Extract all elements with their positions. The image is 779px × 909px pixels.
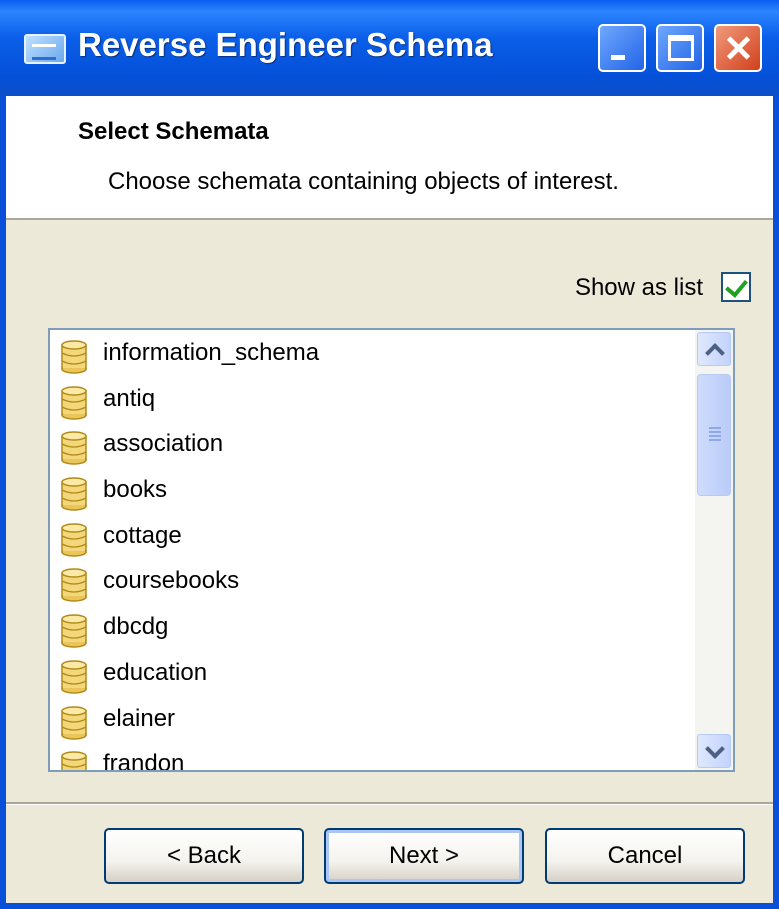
list-item-label: frandon [103, 750, 185, 772]
grip-icon [709, 427, 721, 441]
scroll-down-button[interactable] [697, 734, 731, 768]
list-item-label: books [103, 476, 168, 504]
chevron-up-icon [705, 343, 725, 363]
database-icon [60, 705, 88, 740]
database-icon [60, 614, 88, 648]
list-item[interactable]: elainer [50, 696, 700, 742]
database-icon [60, 523, 88, 557]
list-item-label: cottage [103, 521, 182, 549]
list-item[interactable]: cottage [50, 513, 700, 559]
cancel-button[interactable]: Cancel [545, 828, 745, 884]
next-button[interactable]: Next > [324, 828, 524, 884]
list-item-label: association [103, 430, 224, 458]
list-item[interactable]: coursebooks [50, 558, 700, 604]
database-icon [60, 568, 88, 603]
list-item[interactable]: books [50, 467, 700, 513]
list-item-label: antiq [103, 384, 156, 412]
list-item-label: elainer [103, 704, 176, 732]
chevron-down-icon [705, 739, 725, 759]
database-icon [60, 660, 88, 694]
database-icon [60, 751, 88, 770]
title-bar[interactable]: Reverse Engineer Schema [0, 0, 779, 96]
list-item-label: education [103, 658, 208, 686]
show-as-list-checkbox[interactable] [721, 272, 751, 302]
schemata-items: information_schemaantiq association books c… [50, 330, 700, 772]
list-item-label: dbcdg [103, 613, 169, 641]
vertical-scrollbar[interactable] [695, 330, 733, 770]
scroll-thumb[interactable] [697, 374, 731, 496]
list-item[interactable]: frandon [50, 741, 700, 772]
scroll-up-button[interactable] [697, 332, 731, 366]
page-subtitle: Choose schemata containing objects of in… [108, 168, 619, 195]
list-item[interactable]: dbcdg [50, 604, 700, 650]
list-item[interactable]: information_schema [50, 330, 700, 376]
list-item[interactable]: association [50, 421, 700, 467]
wizard-header: Select Schemata Choose schemata containi… [6, 96, 773, 220]
schemata-list[interactable]: information_schemaantiq association books c… [48, 328, 735, 772]
database-icon [60, 431, 88, 466]
minimize-button[interactable] [598, 24, 646, 72]
back-button[interactable]: < Back [104, 828, 304, 884]
close-icon [716, 26, 760, 70]
checkmark-icon [725, 274, 748, 298]
footer-divider [6, 802, 773, 805]
window-title: Reverse Engineer Schema [78, 26, 493, 63]
database-icon [60, 385, 88, 420]
page-title: Select Schemata [78, 118, 269, 145]
dialog-window: Reverse Engineer Schema Select Schemata … [0, 0, 779, 909]
app-window-icon [24, 34, 66, 64]
database-icon [60, 477, 88, 511]
list-item-label: coursebooks [103, 567, 240, 595]
dialog-body: Select Schemata Choose schemata containi… [6, 96, 773, 903]
list-item[interactable]: antiq [50, 376, 700, 422]
show-as-list-label[interactable]: Show as list [575, 274, 703, 302]
show-as-list-option[interactable]: Show as list [491, 272, 751, 306]
close-button[interactable] [714, 24, 762, 72]
list-item-label: information_schema [103, 339, 320, 366]
list-item[interactable]: education [50, 650, 700, 696]
database-icon [60, 340, 88, 374]
maximize-button[interactable] [656, 24, 704, 72]
